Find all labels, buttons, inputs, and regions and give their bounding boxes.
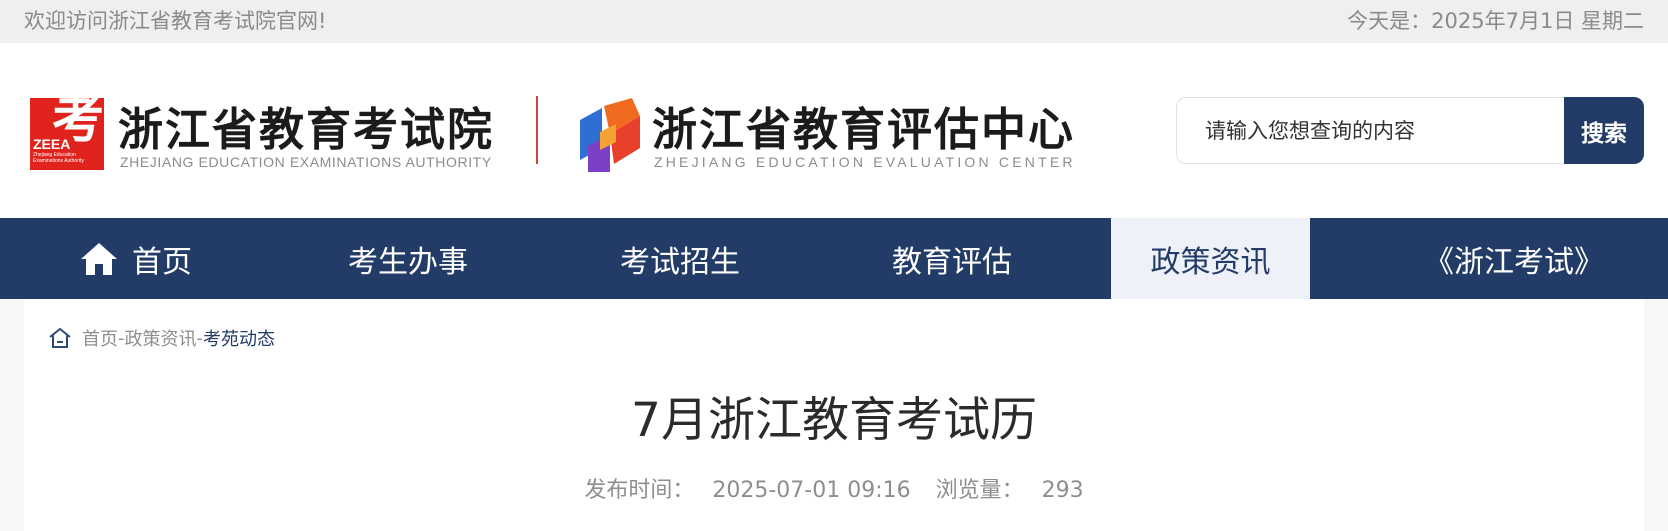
evaluation-center-logo[interactable] [580,98,640,172]
org1-name-en: ZHEJIANG EDUCATION EXAMINATIONS AUTHORIT… [120,154,492,170]
logo-divider [536,96,538,164]
publish-time: 2025-07-01 09:16 [712,478,911,503]
publish-label: 发布时间： [584,478,695,503]
article-meta: 发布时间： 2025-07-01 09:16 浏览量： 293 [24,472,1644,504]
home-outline-icon [49,327,71,348]
home-icon [81,242,117,275]
nav-item-exam-admissions[interactable]: 考试招生 [544,218,816,299]
breadcrumb-section[interactable]: 政策资讯 [125,325,197,351]
search-button[interactable]: 搜索 [1564,97,1644,164]
article-title: 7月浙江教育考试历 [631,393,1037,448]
logo-small-text: Zhejiang Education Examinations Authorit… [33,152,84,164]
main-nav: 首页 考生办事 考试招生 教育评估 政策资讯 《浙江考试》 [0,218,1668,299]
zeea-logo[interactable]: 考 ZEEA Zhejiang Education Examinations A… [30,94,104,170]
nav-item-zhejiang-exam-magazine[interactable]: 《浙江考试》 [1360,218,1668,299]
breadcrumb: 首页 - 政策资讯 - 考苑动态 [48,325,275,351]
nav-item-policy-news[interactable]: 政策资讯 [1111,218,1310,299]
nav-item-home[interactable]: 首页 [0,218,272,299]
views-info: 浏览量： 293 [936,478,1084,503]
org1-name-cn[interactable]: 浙江省教育考试院 [118,93,494,158]
nav-item-candidate-services[interactable]: 考生办事 [272,218,544,299]
nav-item-label: 首页 [132,244,192,280]
welcome-text: 欢迎访问浙江省教育考试院官网! [24,9,327,33]
breadcrumb-current[interactable]: 考苑动态 [203,325,275,351]
breadcrumb-home[interactable]: 首页 [82,325,118,351]
logo-abbreviation: ZEEA [33,136,71,152]
views-label: 浏览量： [935,478,1024,503]
publish-info: 发布时间： 2025-07-01 09:16 [584,478,910,503]
org2-name-cn[interactable]: 浙江省教育评估中心 [652,93,1075,158]
top-bar: 欢迎访问浙江省教育考试院官网! 今天是：2025年7月1日 星期二 [0,0,1668,43]
nav-item-education-evaluation[interactable]: 教育评估 [816,218,1088,299]
org2-name-en: ZHEJIANG EDUCATION EVALUATION CENTER [654,154,1076,170]
current-date: 今天是：2025年7月1日 星期二 [1347,9,1644,33]
article-container: 首页 - 政策资讯 - 考苑动态 7月浙江教育考试历 发布时间： 2025-07-… [24,299,1644,531]
views-count: 293 [1041,478,1084,503]
search-input[interactable] [1205,114,1555,148]
